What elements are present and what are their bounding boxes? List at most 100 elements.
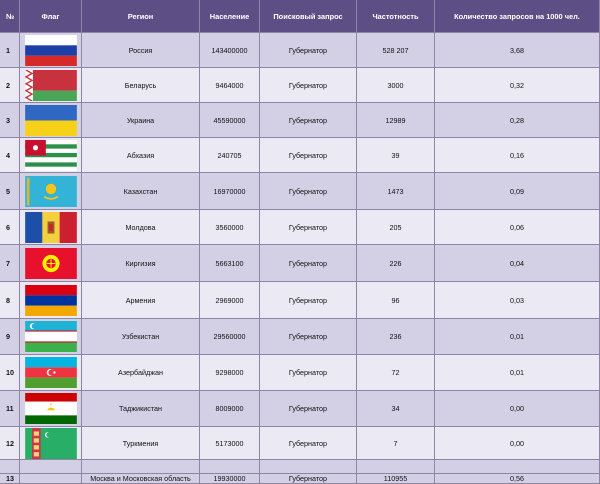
query-cell: Губернатор <box>260 245 357 282</box>
empty-cell <box>357 460 435 474</box>
row-number: 12 <box>0 427 20 460</box>
frequency-cell: 7 <box>357 427 435 460</box>
armenia-flag <box>24 284 77 316</box>
per-thousand-cell: 0,56 <box>435 474 600 484</box>
empty-cell <box>260 460 357 474</box>
row-number: 1 <box>0 33 20 68</box>
header-query[interactable]: Поисковый запрос <box>260 0 357 33</box>
frequency-cell: 226 <box>357 245 435 282</box>
query-cell: Губернатор <box>260 103 357 138</box>
row-number: 4 <box>0 138 20 173</box>
flag-cell <box>20 138 82 173</box>
empty-cell <box>82 460 200 474</box>
population-cell: 9298000 <box>200 355 260 391</box>
flag-cell <box>20 173 82 210</box>
row-number: 6 <box>0 210 20 245</box>
region-cell: Москва и Московская область <box>82 474 200 484</box>
per-thousand-cell: 3,68 <box>435 33 600 68</box>
empty-cell <box>200 460 260 474</box>
flag-cell <box>20 103 82 138</box>
region-cell: Казахстан <box>82 173 200 210</box>
region-cell: Узбекистан <box>82 319 200 355</box>
population-cell: 19930000 <box>200 474 260 484</box>
frequency-cell: 12989 <box>357 103 435 138</box>
population-cell: 143400000 <box>200 33 260 68</box>
query-cell: Губернатор <box>260 319 357 355</box>
query-cell: Губернатор <box>260 474 357 484</box>
frequency-cell: 72 <box>357 355 435 391</box>
frequency-cell: 96 <box>357 282 435 319</box>
tajikistan-flag <box>24 393 77 424</box>
row-number: 13 <box>0 474 20 484</box>
population-cell: 240705 <box>200 138 260 173</box>
per-thousand-cell: 0,28 <box>435 103 600 138</box>
data-table: № Флаг Регион Население Поисковый запрос Част… <box>0 0 600 484</box>
flag-cell <box>20 355 82 391</box>
empty-cell <box>20 460 82 474</box>
empty-cell <box>0 460 20 474</box>
flag-cell <box>20 210 82 245</box>
frequency-cell: 110955 <box>357 474 435 484</box>
population-cell: 5663100 <box>200 245 260 282</box>
population-cell: 9464000 <box>200 68 260 103</box>
frequency-cell: 236 <box>357 319 435 355</box>
row-number: 5 <box>0 173 20 210</box>
query-cell: Губернатор <box>260 391 357 427</box>
per-thousand-cell: 0,09 <box>435 173 600 210</box>
per-thousand-cell: 0,00 <box>435 391 600 427</box>
flag-cell <box>20 68 82 103</box>
query-cell: Губернатор <box>260 138 357 173</box>
header-population[interactable]: Население <box>200 0 260 33</box>
row-number: 11 <box>0 391 20 427</box>
flag-cell <box>20 391 82 427</box>
flag-cell <box>20 319 82 355</box>
region-cell: Армения <box>82 282 200 319</box>
region-cell: Россия <box>82 33 200 68</box>
query-cell: Губернатор <box>260 33 357 68</box>
query-cell: Губернатор <box>260 68 357 103</box>
header-per-thousand[interactable]: Количество запросов на 1000 чел. <box>435 0 600 33</box>
frequency-cell: 1473 <box>357 173 435 210</box>
per-thousand-cell: 0,06 <box>435 210 600 245</box>
region-cell: Таджикистан <box>82 391 200 427</box>
per-thousand-cell: 0,01 <box>435 355 600 391</box>
header-flag[interactable]: Флаг <box>20 0 82 33</box>
query-cell: Губернатор <box>260 355 357 391</box>
population-cell: 29560000 <box>200 319 260 355</box>
header-number[interactable]: № <box>0 0 20 33</box>
population-cell: 3560000 <box>200 210 260 245</box>
region-cell: Молдова <box>82 210 200 245</box>
frequency-cell: 34 <box>357 391 435 427</box>
russia-flag <box>24 34 77 66</box>
per-thousand-cell: 0,03 <box>435 282 600 319</box>
per-thousand-cell: 0,00 <box>435 427 600 460</box>
header-frequency[interactable]: Частотность <box>357 0 435 33</box>
kazakhstan-flag <box>24 175 77 207</box>
row-number: 9 <box>0 319 20 355</box>
ukraine-flag <box>24 104 77 136</box>
region-cell: Киргизия <box>82 245 200 282</box>
per-thousand-cell: 0,01 <box>435 319 600 355</box>
region-cell: Украина <box>82 103 200 138</box>
azerbaijan-flag <box>24 357 77 388</box>
row-number: 7 <box>0 245 20 282</box>
flag-cell <box>20 33 82 68</box>
header-region[interactable]: Регион <box>82 0 200 33</box>
query-cell: Губернатор <box>260 173 357 210</box>
region-cell: Туркмения <box>82 427 200 460</box>
belarus-flag <box>24 69 77 101</box>
query-cell: Губернатор <box>260 210 357 245</box>
flag-cell <box>20 245 82 282</box>
region-cell: Азербайджан <box>82 355 200 391</box>
flag-cell <box>20 427 82 460</box>
per-thousand-cell: 0,04 <box>435 245 600 282</box>
row-number: 2 <box>0 68 20 103</box>
turkmenistan-flag <box>24 427 77 459</box>
per-thousand-cell: 0,32 <box>435 68 600 103</box>
region-cell: Беларусь <box>82 68 200 103</box>
flag-cell <box>20 474 82 484</box>
frequency-cell: 205 <box>357 210 435 245</box>
flag-cell <box>20 282 82 319</box>
row-number: 3 <box>0 103 20 138</box>
empty-cell <box>435 460 600 474</box>
